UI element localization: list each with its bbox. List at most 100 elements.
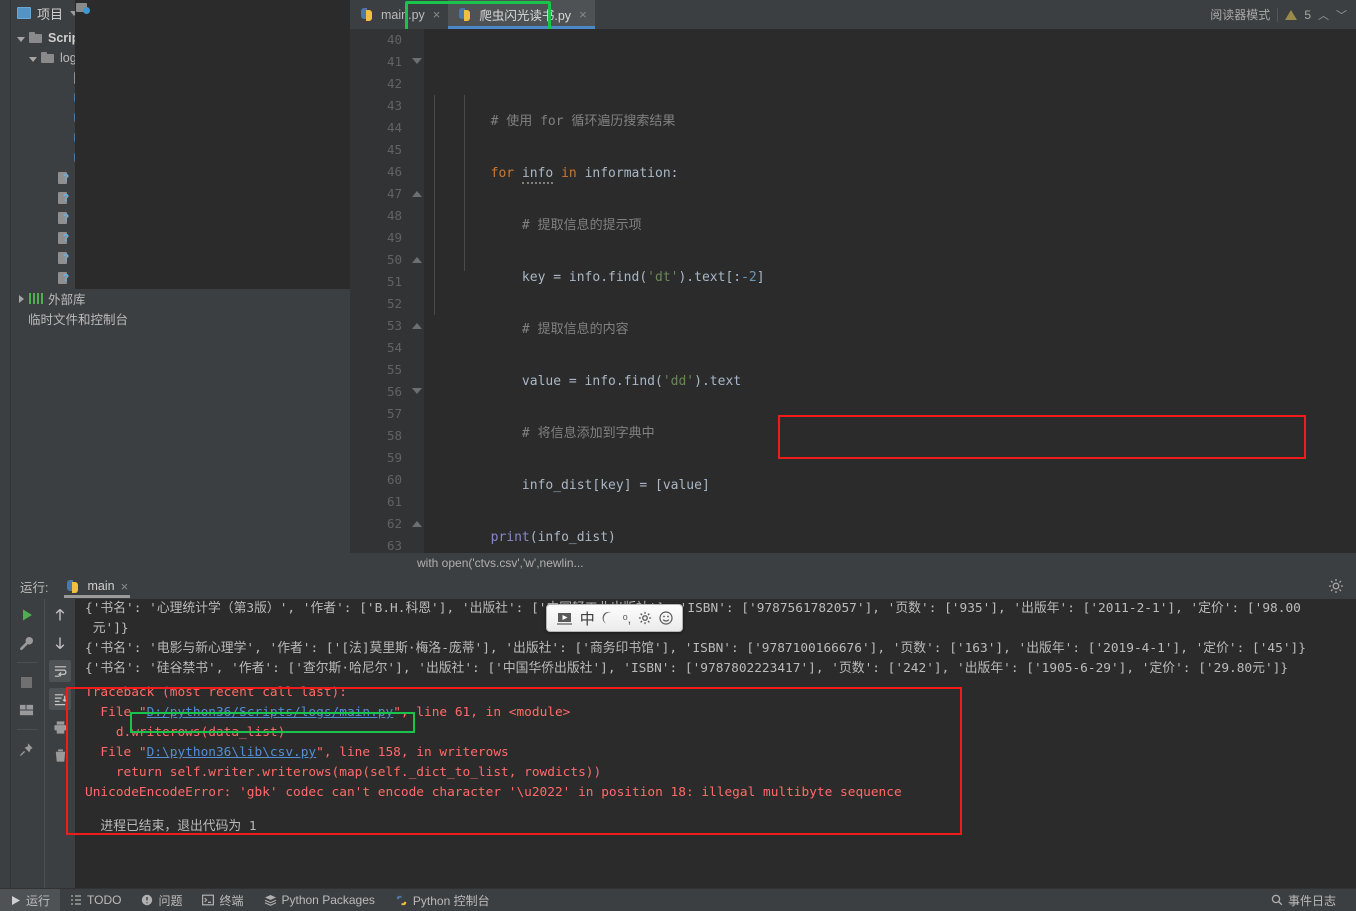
editor-tab-label: 爬虫闪光读书.py — [479, 9, 572, 23]
fold-arrow-51[interactable] — [412, 249, 422, 271]
tree-item[interactable]: 临时文件和控制台 — [11, 0, 1356, 328]
prev-problem-icon[interactable]: ︿ — [1318, 7, 1329, 23]
tree-item-label: 临时文件和控制台 — [28, 312, 129, 327]
tree-toggle-down-icon[interactable] — [27, 52, 40, 65]
scroll-to-end-icon[interactable] — [49, 688, 71, 710]
code-lines[interactable]: # 使用 for 循环遍历搜索结果 for info in informatio… — [424, 29, 1356, 554]
status-item-problems[interactable]: 问题 — [131, 889, 192, 911]
editor-tab-main-py[interactable]: main.py × — [350, 0, 448, 29]
soft-wrap-icon[interactable] — [49, 660, 71, 682]
code-line-42: for info in information: — [424, 163, 1356, 185]
print-icon[interactable] — [49, 716, 71, 738]
close-icon[interactable]: × — [433, 7, 441, 22]
close-icon[interactable]: × — [579, 7, 587, 22]
fold-arrow-57[interactable] — [412, 381, 422, 403]
divider — [16, 729, 37, 730]
pin-icon[interactable] — [16, 738, 38, 760]
fold-arrow-54[interactable] — [412, 315, 422, 337]
fold-arrow-63[interactable] — [412, 513, 422, 535]
fold-arrow-48[interactable] — [412, 183, 422, 205]
line-number: 46 — [386, 164, 402, 179]
tree-item-label: 外部库 — [48, 292, 86, 307]
scroll-up-icon[interactable] — [49, 604, 71, 626]
code-line-41: # 使用 for 循环遍历搜索结果 — [428, 114, 676, 129]
traceback-file-link[interactable]: D:\python36\lib\csv.py — [147, 745, 317, 760]
tree-toggle-down-icon[interactable] — [15, 32, 28, 45]
divider — [1277, 7, 1279, 22]
folder-icon — [28, 30, 44, 46]
breadcrumb: with open('ctvs.csv','w',newlin... — [350, 553, 1356, 573]
left-tool-strip[interactable]: 项目 — [0, 0, 20, 888]
console-output[interactable]: {'书名': '心理统计学（第3版）', '作者': ['B.H.科恩'], '… — [75, 599, 1356, 888]
status-item-label: 事件日志 — [1287, 893, 1336, 908]
traceback-line: Traceback (most recent call last): — [85, 685, 347, 700]
traceback-error-line: UnicodeEncodeError: 'gbk' codec can't en… — [85, 785, 902, 800]
status-item-terminal[interactable]: 终端 — [192, 889, 253, 911]
editor-tab-bar: main.py × 爬虫闪光读书.py × 阅读器模式 5 ︿ ﹀ — [350, 0, 1356, 32]
warning-count: 5 — [1304, 7, 1311, 22]
ime-floating-toolbar[interactable]: 中 ᵒ, — [546, 604, 683, 632]
reader-mode-label[interactable]: 阅读器模式 — [1210, 6, 1270, 23]
project-tree[interactable]: ScriptsD:\python36\Scriptslogsctvs.csvma… — [11, 0, 1356, 328]
traceback-file-link[interactable]: D:/python36/Scripts/logs/main.py — [147, 705, 394, 720]
line-number: 55 — [386, 362, 402, 377]
python-file-icon — [458, 7, 473, 22]
tree-item[interactable]: 外部库 — [11, 288, 350, 308]
editor-tab-crawler-py[interactable]: 爬虫闪光读书.py × — [448, 0, 595, 29]
console-output-line: {'书名': '心理统计学（第3版）', '作者': ['B.H.科恩'], '… — [85, 601, 1301, 616]
gear-icon[interactable] — [638, 611, 652, 625]
exe-icon — [56, 190, 72, 206]
traceback-line: return self.writer.writerows(map(self._d… — [85, 765, 602, 780]
line-number: 52 — [386, 296, 402, 311]
close-icon[interactable]: × — [121, 579, 129, 594]
line-number: 40 — [386, 32, 402, 47]
gear-icon[interactable] — [1328, 578, 1344, 594]
status-item-todo[interactable]: TODO — [60, 889, 131, 911]
moon-icon[interactable] — [602, 611, 616, 625]
run-panel-body: {'书名': '心理统计学（第3版）', '作者': ['B.H.科恩'], '… — [11, 599, 1356, 888]
status-item-python-packages[interactable]: Python Packages — [254, 889, 385, 911]
scroll-down-icon[interactable] — [49, 632, 71, 654]
code-line-49: print(info_dist) — [490, 530, 616, 545]
pycharm-window: 项目 项目 — [0, 0, 1356, 911]
status-item-event-log[interactable]: 事件日志 — [1261, 889, 1346, 911]
code-editor[interactable]: 40 41 42 43 44 45 46 47 48 49 50 51 52 53 54 55 56 57 58 59… — [350, 29, 1356, 554]
run-icon[interactable] — [16, 604, 38, 626]
run-tab-main[interactable]: main × — [60, 573, 134, 599]
breadcrumb-text: with open('ctvs.csv','w',newlin... — [417, 556, 584, 570]
stop-icon[interactable] — [16, 671, 38, 693]
fold-gutter[interactable] — [410, 29, 424, 554]
project-panel-title: 项目 — [37, 6, 64, 22]
line-number: 62 — [386, 516, 402, 531]
event-log-icon — [1271, 894, 1283, 906]
fold-arrow-42[interactable] — [412, 51, 422, 73]
editor-area: main.py × 爬虫闪光读书.py × 阅读器模式 5 ︿ ﹀ 40 41 42… — [350, 0, 1356, 573]
punctuation-icon[interactable]: ᵒ, — [623, 611, 632, 626]
status-item-run[interactable]: 运行 — [0, 888, 61, 911]
run-panel-label: 运行: — [20, 580, 49, 595]
line-number: 45 — [386, 142, 402, 157]
chinese-mode-icon[interactable]: 中 — [580, 608, 595, 629]
tree-toggle-right-icon[interactable] — [15, 292, 28, 305]
ime-logo-icon[interactable] — [556, 610, 573, 627]
line-number: 56 — [386, 384, 402, 399]
status-bar: 运行 TODO 问题 终端 Python Packages Python 控制台… — [0, 888, 1356, 911]
line-number: 43 — [386, 98, 402, 113]
layout-icon[interactable] — [16, 699, 38, 721]
wrench-icon[interactable] — [16, 632, 38, 654]
code-line-47: # 将信息添加到字典中 — [428, 426, 655, 441]
trash-icon[interactable] — [49, 744, 71, 766]
status-item-label: Python Packages — [281, 893, 375, 907]
status-item-python-console[interactable]: Python 控制台 — [385, 889, 500, 911]
next-problem-icon[interactable]: ﹀ — [1336, 7, 1347, 23]
line-number: 53 — [386, 318, 402, 333]
line-number: 49 — [386, 230, 402, 245]
emoji-icon[interactable] — [659, 611, 673, 625]
